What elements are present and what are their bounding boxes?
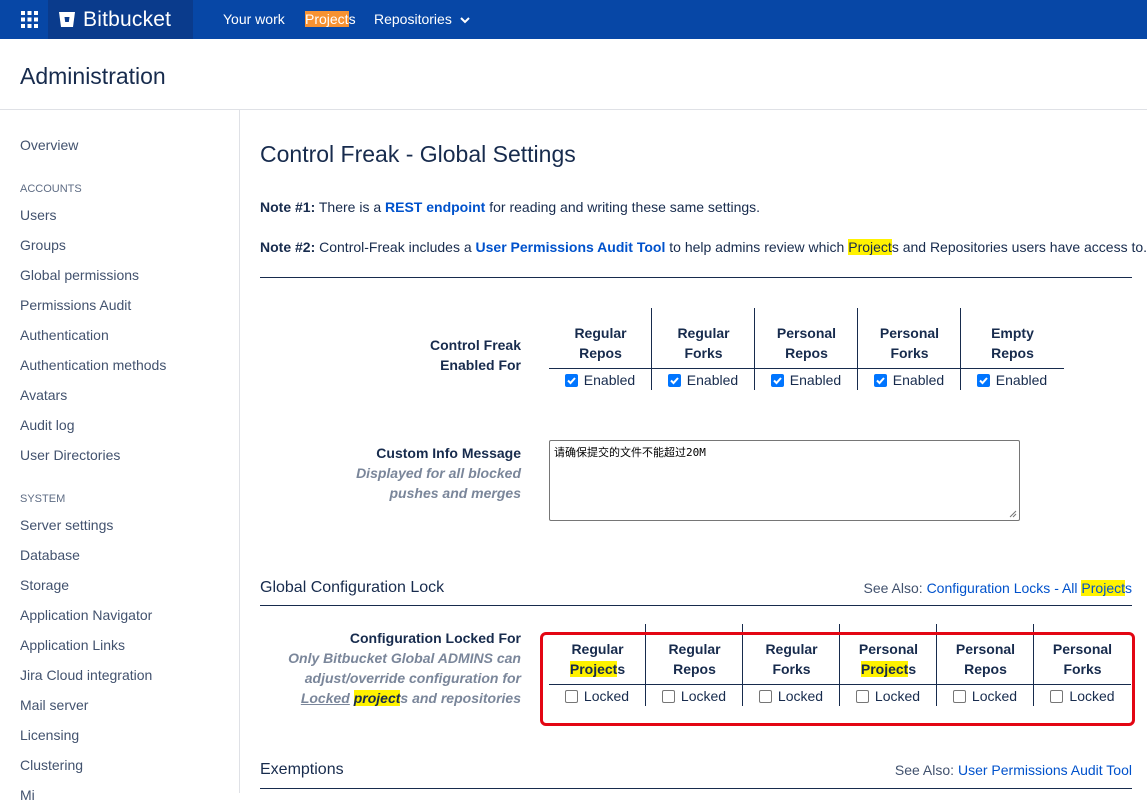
- note-2: Note #2: Control-Freak includes a User P…: [260, 239, 1147, 255]
- admin-title: Administration: [20, 63, 166, 89]
- app-grid-icon: [20, 11, 38, 28]
- checkbox-checked-icon[interactable]: [976, 373, 990, 387]
- enabled-regular-forks[interactable]: Enabled: [652, 370, 754, 390]
- sidebar-heading-accounts: ACCOUNTS: [20, 183, 82, 195]
- sidebar-item-database[interactable]: Database: [20, 547, 80, 563]
- nav-projects-highlight: Project: [305, 11, 349, 27]
- see-also-config-locks: See Also: Configuration Locks - All Proj…: [863, 580, 1132, 596]
- enabled-personal-forks[interactable]: Enabled: [858, 370, 960, 390]
- admin-sidebar: Overview ACCOUNTS Users Groups Global pe…: [0, 110, 240, 803]
- sidebar-item-mail-server[interactable]: Mail server: [20, 697, 88, 713]
- admin-header: Administration: [0, 39, 1147, 110]
- checkbox-checked-icon[interactable]: [564, 373, 578, 387]
- checkbox-checked-icon[interactable]: [770, 373, 784, 387]
- nav-repositories[interactable]: Repositories: [374, 11, 470, 27]
- sidebar-item-permissions-audit[interactable]: Permissions Audit: [20, 297, 131, 313]
- col-header-empty-repos: Empty Repos: [991, 325, 1034, 361]
- rest-endpoint-link[interactable]: REST endpoint: [385, 199, 485, 215]
- top-navigation-bar: Bitbucket Your work Projects Repositorie…: [0, 0, 1147, 39]
- bitbucket-home-link[interactable]: Bitbucket: [48, 0, 193, 39]
- sidebar-item-users[interactable]: Users: [20, 207, 57, 223]
- row-separator: [549, 368, 1064, 369]
- sidebar-item-groups[interactable]: Groups: [20, 237, 66, 253]
- sidebar-item-global-permissions[interactable]: Global permissions: [20, 267, 139, 283]
- col-header-personal-repos: Personal Repos: [776, 325, 837, 361]
- resize-handle-icon[interactable]: [1009, 510, 1017, 518]
- sidebar-item-licensing[interactable]: Licensing: [20, 727, 79, 743]
- config-locks-all-projects-link[interactable]: Configuration Locks - All Projects: [927, 580, 1132, 596]
- nav-projects[interactable]: Projects: [305, 11, 356, 27]
- col-header-regular-forks: Regular Forks: [677, 325, 730, 361]
- col-header-regular-repos: Regular Repos: [574, 325, 627, 361]
- bitbucket-logo-icon: [59, 12, 75, 27]
- config-locked-label: Configuration Locked For: [349, 630, 521, 646]
- custom-info-description: Displayed for all blocked pushes and mer…: [356, 465, 521, 501]
- sidebar-item-storage[interactable]: Storage: [20, 577, 69, 593]
- enabled-for-label: Control Freak Enabled For: [429, 337, 521, 373]
- divider: [260, 277, 1132, 278]
- sidebar-item-authentication-methods[interactable]: Authentication methods: [20, 357, 166, 373]
- page-title: Control Freak - Global Settings: [260, 141, 576, 167]
- enabled-personal-repos[interactable]: Enabled: [755, 370, 857, 390]
- see-also-audit-tool: See Also: User Permissions Audit Tool: [894, 762, 1132, 778]
- user-permissions-audit-tool-link[interactable]: User Permissions Audit Tool: [958, 762, 1132, 778]
- sidebar-item-application-navigator[interactable]: Application Navigator: [20, 607, 152, 623]
- custom-info-label: Custom Info Message: [376, 445, 521, 461]
- annotation-highlight-box: [540, 632, 1135, 726]
- sidebar-item-application-links[interactable]: Application Links: [20, 637, 125, 653]
- sidebar-item-user-directories[interactable]: User Directories: [20, 447, 120, 463]
- checkbox-checked-icon[interactable]: [873, 373, 887, 387]
- main-content: Control Freak - Global Settings Note #1:…: [260, 110, 1147, 793]
- checkbox-checked-icon[interactable]: [667, 373, 681, 387]
- divider: [260, 788, 1132, 789]
- enabled-empty-repos[interactable]: Enabled: [961, 370, 1063, 390]
- exemptions-heading: Exemptions: [260, 761, 344, 778]
- sidebar-item-overview[interactable]: Overview: [20, 137, 78, 153]
- app-switcher-button[interactable]: [12, 0, 46, 39]
- note-1: Note #1: There is a REST endpoint for re…: [260, 199, 761, 215]
- sidebar-heading-system: SYSTEM: [20, 493, 66, 505]
- nav-your-work[interactable]: Your work: [223, 11, 285, 27]
- sidebar-item-authentication[interactable]: Authentication: [20, 327, 109, 343]
- sidebar-item-audit-log[interactable]: Audit log: [20, 417, 74, 433]
- sidebar-item-jira-cloud-integration[interactable]: Jira Cloud integration: [20, 667, 152, 683]
- chevron-down-icon: [460, 17, 470, 24]
- sidebar-item-server-settings[interactable]: Server settings: [20, 517, 113, 533]
- sidebar-item-clustering[interactable]: Clustering: [20, 757, 83, 773]
- brand-name: Bitbucket: [83, 7, 172, 31]
- enabled-regular-repos[interactable]: Enabled: [549, 370, 651, 390]
- global-config-lock-heading: Global Configuration Lock: [260, 579, 445, 596]
- audit-tool-link[interactable]: User Permissions Audit Tool: [476, 239, 666, 255]
- divider: [260, 605, 1132, 606]
- custom-info-textarea[interactable]: 请确保提交的文件不能超过20M: [549, 440, 1020, 521]
- sidebar-item-truncated[interactable]: Mi: [20, 787, 35, 803]
- col-header-personal-forks: Personal Forks: [879, 325, 940, 361]
- sidebar-item-avatars[interactable]: Avatars: [20, 387, 67, 403]
- config-locked-description: Only Bitbucket Global ADMINS can adjust/…: [288, 650, 521, 706]
